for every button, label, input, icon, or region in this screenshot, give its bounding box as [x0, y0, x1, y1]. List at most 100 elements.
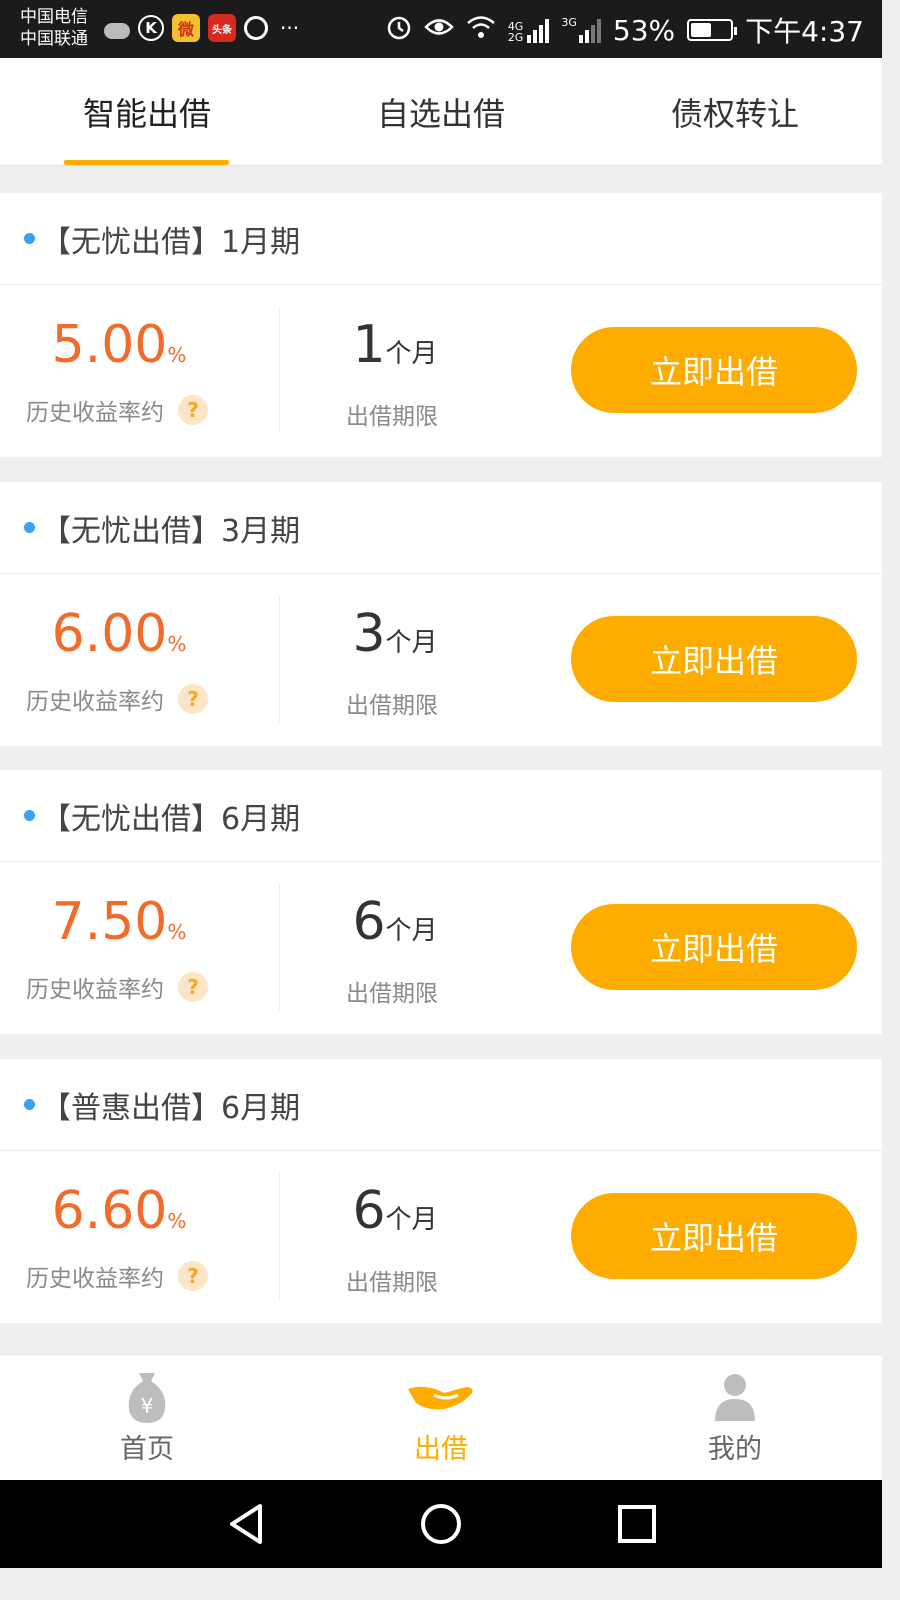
active-tab-indicator [64, 160, 229, 165]
money-bag-icon: ¥ [125, 1369, 169, 1425]
bullet-dot-icon [24, 233, 35, 244]
wifi-icon [466, 15, 496, 45]
back-icon[interactable] [224, 1502, 268, 1546]
home-circle-icon[interactable] [419, 1502, 463, 1546]
cloud-icon [104, 23, 130, 39]
carrier-1: 中国电信 [20, 7, 88, 27]
rate-label-row: 历史收益率约? [26, 393, 208, 427]
tab-label: 债权转让 [670, 95, 799, 133]
product-title: 【无忧出借】3月期 [41, 513, 301, 549]
svg-text:¥: ¥ [141, 1394, 154, 1418]
divider [279, 884, 280, 1010]
term-unit: 个月 [385, 1205, 438, 1235]
carrier-info: 中国电信 中国联通 [20, 6, 88, 50]
lend-now-button[interactable]: 立即出借 [571, 327, 857, 413]
status-bar: 中国电信 中国联通 K 微 头条 ··· 4G 2G 3G 53% 下午4:37 [0, 0, 882, 58]
nav-lend[interactable]: 出借 [294, 1355, 588, 1481]
rate-label: 历史收益率约 [26, 689, 164, 715]
rate-number: 6.00 [51, 604, 168, 664]
lend-now-button[interactable]: 立即出借 [571, 1193, 857, 1279]
term-value: 6个月 [330, 1181, 460, 1241]
rate-label-row: 历史收益率约? [26, 1259, 208, 1293]
nav-label: 我的 [708, 1434, 762, 1465]
divider [279, 307, 280, 433]
question-icon[interactable]: ? [178, 684, 208, 714]
rate-number: 5.00 [51, 315, 168, 375]
tab-self-select-lending[interactable]: 自选出借 [294, 58, 588, 166]
clock: 下午4:37 [745, 15, 864, 48]
more-notifications-icon: ··· [280, 16, 300, 40]
rate-value: 7.50% [0, 892, 238, 952]
tab-label: 智能出借 [82, 95, 211, 133]
question-icon[interactable]: ? [178, 395, 208, 425]
term-value: 6个月 [330, 892, 460, 952]
signal-4g-icon: 4G 2G [508, 17, 550, 43]
rate-label: 历史收益率约 [26, 977, 164, 1003]
question-icon[interactable]: ? [178, 972, 208, 1002]
recent-apps-icon[interactable] [615, 1502, 659, 1546]
bullet-dot-icon [24, 810, 35, 821]
term-number: 1 [352, 315, 386, 375]
product-card: 【无忧出借】1月期 5.00% 历史收益率约? 1个月 出借期限 立即出借 [0, 193, 882, 457]
card-body: 5.00% 历史收益率约? 1个月 出借期限 立即出借 [0, 285, 882, 457]
rate-unit: % [167, 920, 187, 944]
tab-bar: 智能出借 自选出借 债权转让 [0, 58, 882, 166]
question-icon[interactable]: ? [178, 1261, 208, 1291]
term-value: 3个月 [330, 604, 460, 664]
tab-label: 自选出借 [376, 95, 505, 133]
card-header: 【无忧出借】3月期 [0, 482, 882, 574]
product-card: 【无忧出借】6月期 7.50% 历史收益率约? 6个月 出借期限 立即出借 [0, 770, 882, 1034]
card-header: 【普惠出借】6月期 [0, 1059, 882, 1151]
person-icon [713, 1369, 757, 1425]
lend-now-button[interactable]: 立即出借 [571, 904, 857, 990]
rate-unit: % [167, 632, 187, 656]
term-unit: 个月 [385, 339, 438, 369]
nav-mine[interactable]: 我的 [588, 1355, 882, 1481]
bottom-nav: ¥ 首页 出借 我的 [0, 1354, 882, 1480]
term-number: 6 [352, 1181, 386, 1241]
product-title: 【普惠出借】6月期 [41, 1090, 301, 1126]
nav-home[interactable]: ¥ 首页 [0, 1355, 294, 1481]
tab-debt-transfer[interactable]: 债权转让 [588, 58, 882, 166]
notification-icons: K 微 头条 ··· [104, 14, 299, 42]
q-app-icon [244, 16, 268, 40]
term-value: 1个月 [330, 315, 460, 375]
product-card: 【无忧出借】3月期 6.00% 历史收益率约? 3个月 出借期限 立即出借 [0, 482, 882, 746]
rate-label: 历史收益率约 [26, 1266, 164, 1292]
rate-number: 6.60 [51, 1181, 168, 1241]
bullet-dot-icon [24, 522, 35, 533]
tab-smart-lending[interactable]: 智能出借 [0, 58, 294, 166]
nav-label: 出借 [414, 1434, 468, 1465]
term-label: 出借期限 [346, 1270, 438, 1296]
term-number: 6 [352, 892, 386, 952]
hand-lend-icon [406, 1369, 476, 1425]
rate-value: 6.60% [0, 1181, 238, 1241]
product-card: 【普惠出借】6月期 6.60% 历史收益率约? 6个月 出借期限 立即出借 [0, 1059, 882, 1323]
product-title: 【无忧出借】1月期 [41, 224, 301, 260]
battery-icon [687, 19, 738, 41]
rate-label-row: 历史收益率约? [26, 970, 208, 1004]
toutiao-icon: 头条 [208, 14, 236, 42]
signal-3g-icon: 3G [561, 17, 601, 43]
carrier-2: 中国联通 [20, 29, 88, 49]
network-type-label: 2G [507, 31, 524, 44]
card-body: 7.50% 历史收益率约? 6个月 出借期限 立即出借 [0, 862, 882, 1034]
system-status: 4G 2G 3G 53% 下午4:37 [386, 10, 864, 50]
card-body: 6.60% 历史收益率约? 6个月 出借期限 立即出借 [0, 1151, 882, 1323]
card-header: 【无忧出借】6月期 [0, 770, 882, 862]
battery-percent: 53% [612, 13, 676, 47]
term-unit: 个月 [385, 916, 438, 946]
bullet-dot-icon [24, 1099, 35, 1110]
term-label: 出借期限 [346, 693, 438, 719]
term-number: 3 [352, 604, 386, 664]
rate-unit: % [167, 343, 187, 367]
k-app-icon: K [138, 15, 164, 41]
divider [279, 1173, 280, 1299]
rate-number: 7.50 [51, 892, 168, 952]
term-label: 出借期限 [346, 404, 438, 430]
rate-label-row: 历史收益率约? [26, 682, 208, 716]
nav-label: 首页 [120, 1434, 174, 1465]
system-nav-bar [0, 1480, 882, 1568]
rate-unit: % [167, 1209, 187, 1233]
lend-now-button[interactable]: 立即出借 [571, 616, 857, 702]
